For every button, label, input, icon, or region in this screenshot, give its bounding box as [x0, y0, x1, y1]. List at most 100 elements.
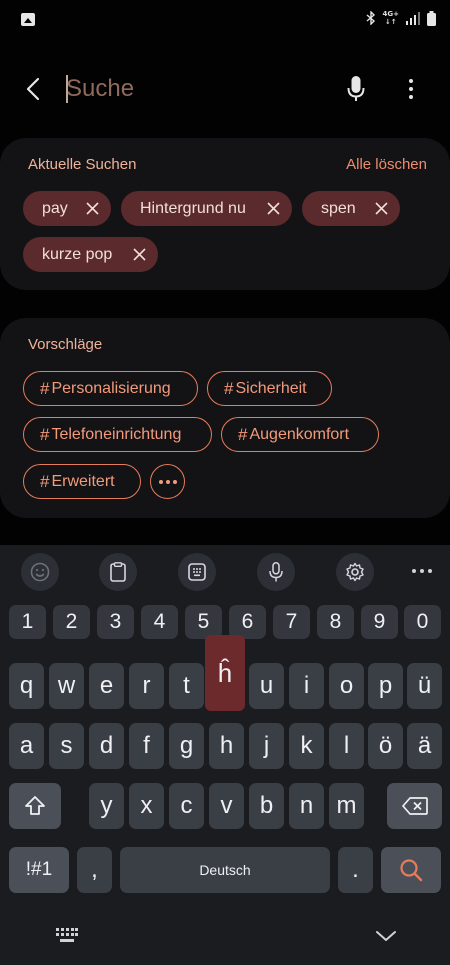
- chevron-left-icon: [26, 77, 40, 101]
- key-ae[interactable]: ä: [407, 723, 442, 769]
- keyboard-toolbar: [0, 545, 450, 597]
- microphone-icon: [269, 562, 283, 582]
- microphone-icon: [347, 76, 365, 101]
- suggestions-title: Vorschläge: [28, 336, 103, 353]
- back-button[interactable]: [18, 74, 48, 104]
- tag-label: Telefoneinrichtung: [51, 425, 182, 443]
- space-key[interactable]: Deutsch: [120, 847, 330, 893]
- key-l[interactable]: l: [329, 723, 364, 769]
- clear-all-button[interactable]: Alle löschen: [346, 156, 427, 173]
- suggestion-tag[interactable]: # Augenkomfort: [221, 417, 379, 452]
- more-options-button[interactable]: [400, 74, 422, 104]
- emoji-button[interactable]: [21, 553, 59, 591]
- backspace-key[interactable]: [387, 783, 442, 829]
- voice-input-button[interactable]: [257, 553, 295, 591]
- suggestions-panel: Vorschläge # Personalisierung # Sicherheit…: [0, 318, 450, 518]
- key-e[interactable]: e: [89, 663, 124, 709]
- hash-icon: #: [40, 424, 50, 444]
- key-8[interactable]: 8: [317, 605, 354, 639]
- key-o[interactable]: o: [329, 663, 364, 709]
- gear-icon: [346, 562, 364, 582]
- keyboard-settings-button[interactable]: [336, 553, 374, 591]
- key-m[interactable]: m: [329, 783, 364, 829]
- status-bar: 4G+ ↓↑: [0, 0, 450, 40]
- key-oe[interactable]: ö: [368, 723, 403, 769]
- key-3[interactable]: 3: [97, 605, 134, 639]
- key-6[interactable]: 6: [229, 605, 266, 639]
- key-preview-popup: ĥ: [205, 635, 245, 711]
- search-input[interactable]: [64, 70, 324, 108]
- key-r[interactable]: r: [129, 663, 164, 709]
- tag-label: Sicherheit: [235, 379, 307, 397]
- key-1[interactable]: 1: [9, 605, 46, 639]
- search-icon: [400, 859, 423, 882]
- key-q[interactable]: q: [9, 663, 44, 709]
- clipboard-button[interactable]: [99, 553, 137, 591]
- key-a[interactable]: a: [9, 723, 44, 769]
- close-icon[interactable]: [86, 202, 99, 215]
- status-icons: 4G+ ↓↑: [366, 10, 436, 26]
- key-s[interactable]: s: [49, 723, 84, 769]
- key-9[interactable]: 9: [361, 605, 398, 639]
- key-ue[interactable]: ü: [407, 663, 442, 709]
- key-g[interactable]: g: [169, 723, 204, 769]
- keypad-icon: [188, 563, 206, 581]
- key-n[interactable]: n: [289, 783, 324, 829]
- key-u[interactable]: u: [249, 663, 284, 709]
- recent-chip[interactable]: spen: [302, 191, 400, 226]
- key-y[interactable]: y: [89, 783, 124, 829]
- key-j[interactable]: j: [249, 723, 284, 769]
- keyboard-icon[interactable]: [56, 928, 78, 944]
- key-h[interactable]: h: [209, 723, 244, 769]
- close-icon[interactable]: [267, 202, 280, 215]
- shift-key[interactable]: [9, 783, 61, 829]
- chevron-down-icon[interactable]: [374, 928, 398, 944]
- symbols-key[interactable]: !#1: [9, 847, 69, 893]
- recent-chip[interactable]: kurze pop: [23, 237, 158, 272]
- suggestion-tag[interactable]: # Erweitert: [23, 464, 141, 499]
- key-f[interactable]: f: [129, 723, 164, 769]
- suggestion-tag[interactable]: # Sicherheit: [207, 371, 332, 406]
- key-v[interactable]: v: [209, 783, 244, 829]
- key-k[interactable]: k: [289, 723, 324, 769]
- key-p[interactable]: p: [368, 663, 403, 709]
- hash-icon: #: [40, 471, 50, 491]
- period-key[interactable]: .: [338, 847, 373, 893]
- key-d[interactable]: d: [89, 723, 124, 769]
- one-handed-button[interactable]: [178, 553, 216, 591]
- chip-label: pay: [42, 199, 68, 217]
- suggestion-tag[interactable]: # Telefoneinrichtung: [23, 417, 212, 452]
- recent-chip[interactable]: Hintergrund nu: [121, 191, 292, 226]
- hash-icon: #: [40, 378, 50, 398]
- tag-label: Augenkomfort: [249, 425, 350, 443]
- close-icon[interactable]: [133, 248, 146, 261]
- battery-icon: [427, 10, 436, 26]
- toolbar-more-button[interactable]: [412, 561, 432, 581]
- close-icon[interactable]: [375, 202, 388, 215]
- recent-chip[interactable]: pay: [23, 191, 111, 226]
- comma-key[interactable]: ,: [77, 847, 112, 893]
- signal-icon: [406, 11, 420, 25]
- key-7[interactable]: 7: [273, 605, 310, 639]
- key-i[interactable]: i: [289, 663, 324, 709]
- suggestion-tag[interactable]: # Personalisierung: [23, 371, 198, 406]
- more-suggestions-button[interactable]: [150, 464, 185, 499]
- voice-search-button[interactable]: [342, 74, 370, 104]
- key-t[interactable]: t: [169, 663, 204, 709]
- key-2[interactable]: 2: [53, 605, 90, 639]
- search-header: [0, 60, 450, 118]
- key-x[interactable]: x: [129, 783, 164, 829]
- network-type: 4G+ ↓↑: [382, 10, 399, 26]
- hash-icon: #: [238, 424, 248, 444]
- key-c[interactable]: c: [169, 783, 204, 829]
- search-key[interactable]: [381, 847, 441, 893]
- key-b[interactable]: b: [249, 783, 284, 829]
- chip-label: spen: [321, 199, 356, 217]
- tag-label: Erweitert: [51, 472, 115, 490]
- keyboard: 1 2 3 4 5 6 7 8 9 0 q w e r t z u i o p …: [0, 545, 450, 965]
- key-5[interactable]: 5: [185, 605, 222, 639]
- key-4[interactable]: 4: [141, 605, 178, 639]
- search-field[interactable]: [64, 70, 324, 108]
- key-w[interactable]: w: [49, 663, 84, 709]
- key-0[interactable]: 0: [404, 605, 441, 639]
